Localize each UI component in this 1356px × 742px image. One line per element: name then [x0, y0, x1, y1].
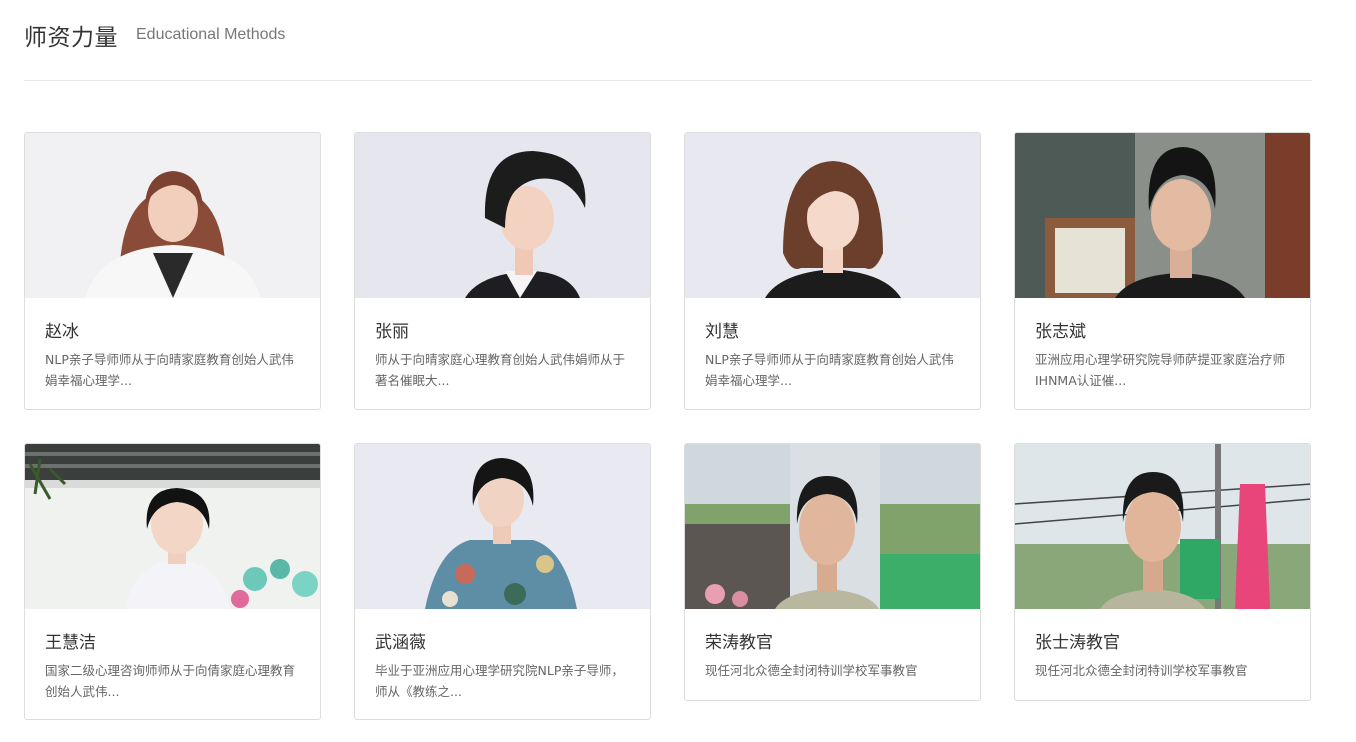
section-subtitle: Educational Methods [136, 26, 286, 43]
portrait-image [1015, 444, 1310, 609]
portrait-image [355, 133, 650, 298]
teacher-photo[interactable] [25, 444, 320, 609]
teacher-name: 张士涛教官 [1035, 633, 1120, 653]
teacher-photo[interactable] [1015, 444, 1310, 609]
teacher-desc: 亚洲应用心理学研究院导师萨提亚家庭治疗师IHNMA认证催... [1035, 352, 1286, 388]
portrait-image [685, 133, 980, 298]
teacher-name: 刘慧 [705, 322, 739, 342]
teacher-desc: 毕业于亚洲应用心理学研究院NLP亲子导师，师从《教练之... [375, 663, 624, 699]
teacher-name: 武涵薇 [375, 633, 426, 653]
teacher-card-rong-tao[interactable]: 荣涛教官 现任河北众德全封闭特训学校军事教官 [684, 443, 981, 701]
teacher-name: 张志斌 [1035, 322, 1086, 342]
teacher-card-zhang-shitao[interactable]: 张士涛教官 现任河北众德全封闭特训学校军事教官 [1014, 443, 1311, 701]
teacher-photo[interactable] [1015, 133, 1310, 298]
teacher-name: 赵冰 [45, 322, 79, 342]
teacher-name: 荣涛教官 [705, 633, 773, 653]
portrait-image [25, 444, 320, 609]
teacher-name: 张丽 [375, 322, 409, 342]
teacher-card-zhang-zhibin[interactable]: 张志斌 亚洲应用心理学研究院导师萨提亚家庭治疗师IHNMA认证催... [1014, 132, 1311, 410]
teacher-photo[interactable] [685, 444, 980, 609]
teacher-card-liu-hui[interactable]: 刘慧 NLP亲子导师师从于向晴家庭教育创始人武伟娟幸福心理学... [684, 132, 981, 410]
section-header: 师资力量 Educational Methods [24, 14, 1312, 81]
teacher-card-zhao-bing[interactable]: 赵冰 NLP亲子导师师从于向晴家庭教育创始人武伟娟幸福心理学... [24, 132, 321, 410]
teacher-desc: 现任河北众德全封闭特训学校军事教官 [705, 663, 918, 678]
teacher-desc: 师从于向晴家庭心理教育创始人武伟娟师从于著名催眠大... [375, 352, 626, 388]
teacher-desc: NLP亲子导师师从于向晴家庭教育创始人武伟娟幸福心理学... [705, 352, 954, 388]
portrait-image [685, 444, 980, 609]
teacher-card-zhang-li[interactable]: 张丽 师从于向晴家庭心理教育创始人武伟娟师从于著名催眠大... [354, 132, 651, 410]
section-title: 师资力量 [24, 25, 118, 51]
teacher-card-wu-hanwei[interactable]: 武涵薇 毕业于亚洲应用心理学研究院NLP亲子导师，师从《教练之... [354, 443, 651, 720]
teachers-page: 师资力量 Educational Methods 赵冰 NLP亲子导师师从于向晴… [0, 0, 1356, 742]
teacher-photo[interactable] [25, 133, 320, 298]
teacher-photo[interactable] [355, 133, 650, 298]
teacher-photo[interactable] [685, 133, 980, 298]
teacher-desc: NLP亲子导师师从于向晴家庭教育创始人武伟娟幸福心理学... [45, 352, 294, 388]
teacher-card-wang-huijie[interactable]: 王慧洁 国家二级心理咨询师师从于向倩家庭心理教育创始人武伟... [24, 443, 321, 720]
portrait-image [355, 444, 650, 609]
portrait-image [1015, 133, 1310, 298]
teacher-desc: 国家二级心理咨询师师从于向倩家庭心理教育创始人武伟... [45, 663, 296, 699]
teacher-photo[interactable] [355, 444, 650, 609]
portrait-image [25, 133, 320, 298]
teacher-name: 王慧洁 [45, 633, 96, 653]
teacher-desc: 现任河北众德全封闭特训学校军事教官 [1035, 663, 1248, 678]
